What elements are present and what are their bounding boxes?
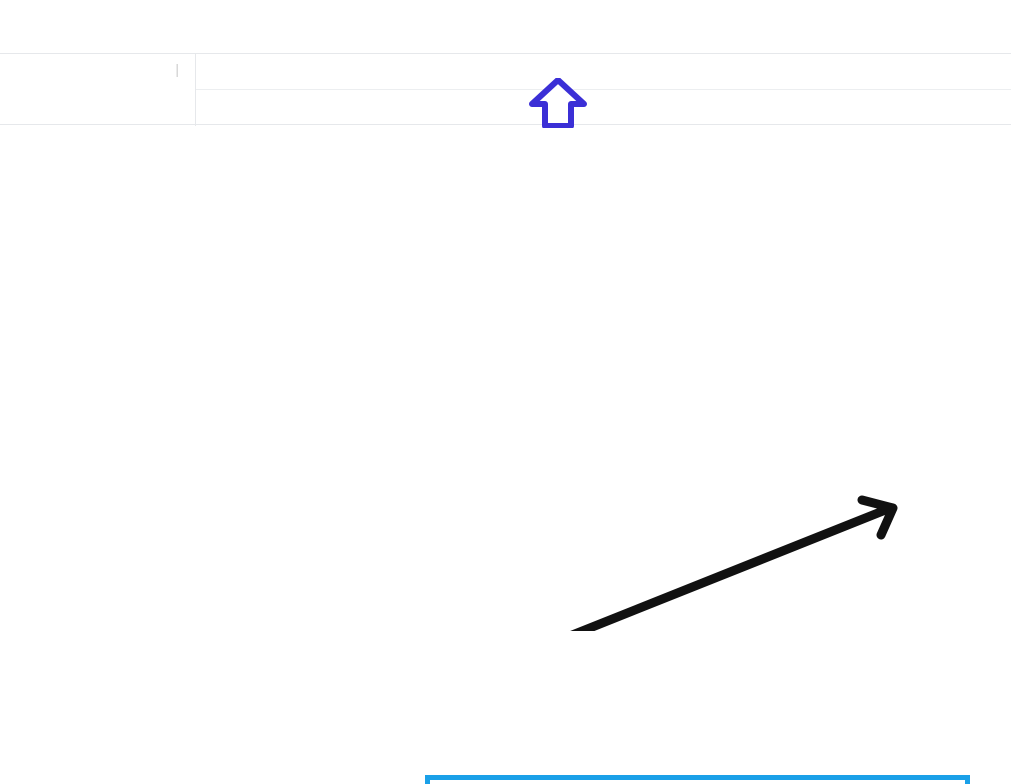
page-root: |: [0, 0, 1011, 784]
chart-header: [0, 125, 1011, 161]
chart-canvas[interactable]: [0, 161, 1011, 784]
quote-strip: |: [0, 53, 1011, 126]
chart-svg: [0, 161, 1011, 631]
price-change-block: |: [0, 60, 183, 78]
divider: |: [175, 61, 179, 77]
page-title: [0, 0, 1011, 11]
drawing-toolbar[interactable]: [0, 17, 1011, 53]
quote-ma-row: [196, 90, 1011, 126]
quote-price-block: |: [0, 54, 196, 126]
quote-ohlc-row: [196, 54, 1011, 90]
quote-detail-block: [196, 54, 1011, 126]
main-force-highlight-box: [425, 775, 970, 784]
